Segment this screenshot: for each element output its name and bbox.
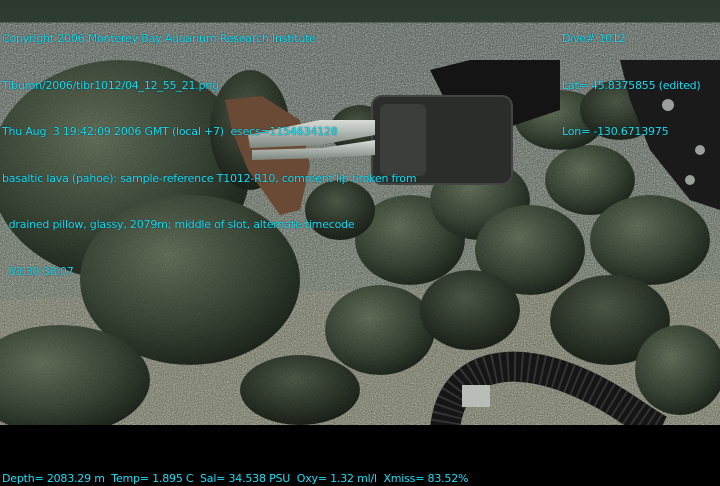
pillow-lava-lobe (590, 195, 710, 285)
frame-bottom-band (0, 425, 720, 430)
hose-clamp (462, 385, 490, 407)
arm-bolt (685, 175, 695, 185)
latitude-text: Lat= 45.8375855 (edited) (562, 78, 701, 92)
file-path-text: Tiburon/2006/tibr1012/04_12_55_21.png (2, 78, 219, 92)
pillow-lava-lobe (240, 355, 360, 425)
description-text: basaltic lava (pahoe): sample-reference … (2, 171, 417, 185)
description-text: 03:30:38:07 (2, 264, 74, 278)
dive-number-text: Dive# 1012 (562, 32, 626, 45)
timestamp-text: Thu Aug 3 19:42:09 2006 GMT (local +7) e… (2, 125, 338, 138)
copyright-text: Copyright 2006 Monterey Bay Aquarium Res… (2, 32, 316, 45)
description-text: drained pillow, glassy, 2079m; middle of… (2, 218, 355, 231)
telemetry-text: Depth= 2083.29 m Temp= 1.895 C Sal= 34.5… (2, 472, 469, 485)
pillow-lava-lobe (420, 270, 520, 350)
overlay-metadata-right: Dive# 1012 Lat= 45.8375855 (edited) Lon=… (562, 0, 701, 171)
longitude-text: Lon= -130.6713975 (562, 125, 669, 138)
video-frame: Copyright 2006 Monterey Bay Aquarium Res… (0, 0, 720, 486)
overlay-metadata-left: Copyright 2006 Monterey Bay Aquarium Res… (2, 0, 417, 310)
